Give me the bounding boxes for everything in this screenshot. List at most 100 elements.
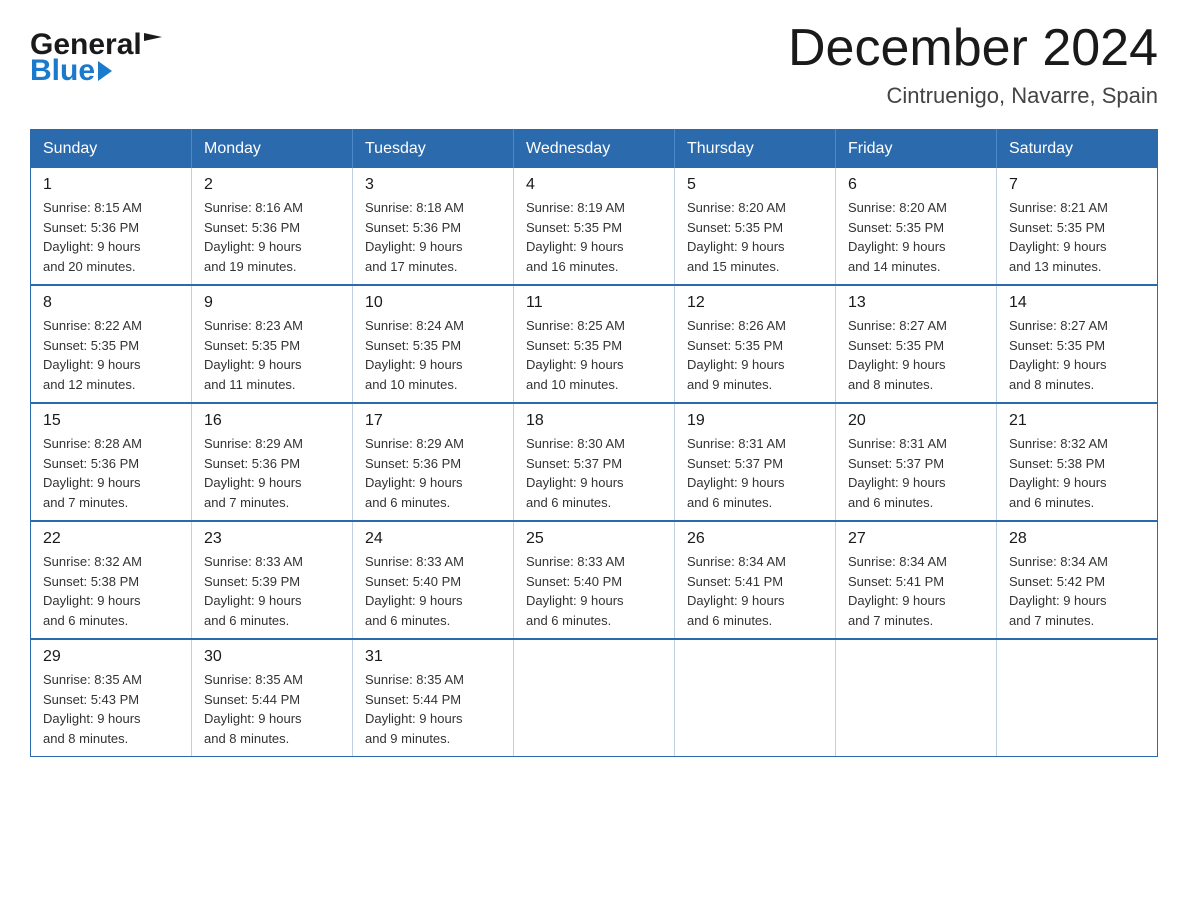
day-number: 31 xyxy=(365,648,501,666)
day-header-tuesday: Tuesday xyxy=(353,130,514,169)
calendar-cell: 31 Sunrise: 8:35 AMSunset: 5:44 PMDayligh… xyxy=(353,639,514,757)
calendar-cell: 22Sunrise: 8:32 AMSunset: 5:38 PMDayligh… xyxy=(31,521,192,639)
calendar-cell: 20Sunrise: 8:31 AMSunset: 5:37 PMDayligh… xyxy=(836,403,997,521)
calendar-week-row: 1 Sunrise: 8:15 AMSunset: 5:36 PMDaylight… xyxy=(31,168,1158,285)
calendar-cell: 1 Sunrise: 8:15 AMSunset: 5:36 PMDaylight… xyxy=(31,168,192,285)
day-info: Sunrise: 8:33 AMSunset: 5:40 PMDaylight:… xyxy=(365,552,501,630)
day-info: Sunrise: 8:34 AMSunset: 5:42 PMDaylight:… xyxy=(1009,552,1145,630)
day-header-monday: Monday xyxy=(192,130,353,169)
day-info: Sunrise: 8:29 AMSunset: 5:36 PMDaylight:… xyxy=(204,434,340,512)
day-number: 15 xyxy=(43,412,179,430)
calendar-cell: 15Sunrise: 8:28 AMSunset: 5:36 PMDayligh… xyxy=(31,403,192,521)
logo-blue-text: Blue xyxy=(30,56,95,86)
calendar-cell xyxy=(514,639,675,757)
logo-flag-icon xyxy=(144,33,162,55)
day-info: Sunrise: 8:24 AMSunset: 5:35 PMDaylight:… xyxy=(365,316,501,394)
day-info: Sunrise: 8:35 AMSunset: 5:44 PMDaylight:… xyxy=(365,670,501,748)
day-number: 19 xyxy=(687,412,823,430)
calendar-cell: 19 Sunrise: 8:31 AMSunset: 5:37 PMDayligh… xyxy=(675,403,836,521)
day-info: Sunrise: 8:31 AMSunset: 5:37 PMDaylight:… xyxy=(687,434,823,512)
calendar-cell: 3 Sunrise: 8:18 AMSunset: 5:36 PMDaylight… xyxy=(353,168,514,285)
calendar-cell: 24Sunrise: 8:33 AMSunset: 5:40 PMDayligh… xyxy=(353,521,514,639)
calendar-cell: 5 Sunrise: 8:20 AMSunset: 5:35 PMDaylight… xyxy=(675,168,836,285)
calendar-cell: 14 Sunrise: 8:27 AMSunset: 5:35 PMDayligh… xyxy=(997,285,1158,403)
day-number: 16 xyxy=(204,412,340,430)
day-number: 18 xyxy=(526,412,662,430)
calendar-cell: 25 Sunrise: 8:33 AMSunset: 5:40 PMDayligh… xyxy=(514,521,675,639)
day-header-thursday: Thursday xyxy=(675,130,836,169)
day-header-friday: Friday xyxy=(836,130,997,169)
calendar-cell: 8Sunrise: 8:22 AMSunset: 5:35 PMDaylight… xyxy=(31,285,192,403)
day-header-saturday: Saturday xyxy=(997,130,1158,169)
day-number: 3 xyxy=(365,176,501,194)
calendar-week-row: 22Sunrise: 8:32 AMSunset: 5:38 PMDayligh… xyxy=(31,521,1158,639)
day-info: Sunrise: 8:15 AMSunset: 5:36 PMDaylight:… xyxy=(43,198,179,276)
day-number: 27 xyxy=(848,530,984,548)
day-info: Sunrise: 8:25 AMSunset: 5:35 PMDaylight:… xyxy=(526,316,662,394)
logo-arrow-icon xyxy=(98,61,112,81)
calendar-cell: 18 Sunrise: 8:30 AMSunset: 5:37 PMDayligh… xyxy=(514,403,675,521)
day-info: Sunrise: 8:34 AMSunset: 5:41 PMDaylight:… xyxy=(687,552,823,630)
calendar-cell: 13 Sunrise: 8:27 AMSunset: 5:35 PMDayligh… xyxy=(836,285,997,403)
day-number: 22 xyxy=(43,530,179,548)
calendar-cell: 28Sunrise: 8:34 AMSunset: 5:42 PMDayligh… xyxy=(997,521,1158,639)
calendar-cell: 29 Sunrise: 8:35 AMSunset: 5:43 PMDayligh… xyxy=(31,639,192,757)
day-info: Sunrise: 8:35 AMSunset: 5:43 PMDaylight:… xyxy=(43,670,179,748)
calendar-header-row: SundayMondayTuesdayWednesdayThursdayFrid… xyxy=(31,130,1158,169)
title-area: December 2024 Cintruenigo, Navarre, Spai… xyxy=(788,20,1158,109)
day-number: 12 xyxy=(687,294,823,312)
day-info: Sunrise: 8:20 AMSunset: 5:35 PMDaylight:… xyxy=(687,198,823,276)
calendar-cell: 7 Sunrise: 8:21 AMSunset: 5:35 PMDaylight… xyxy=(997,168,1158,285)
day-number: 7 xyxy=(1009,176,1145,194)
day-info: Sunrise: 8:34 AMSunset: 5:41 PMDaylight:… xyxy=(848,552,984,630)
calendar-week-row: 29 Sunrise: 8:35 AMSunset: 5:43 PMDayligh… xyxy=(31,639,1158,757)
day-info: Sunrise: 8:31 AMSunset: 5:37 PMDaylight:… xyxy=(848,434,984,512)
calendar-cell: 26 Sunrise: 8:34 AMSunset: 5:41 PMDayligh… xyxy=(675,521,836,639)
calendar-cell: 10 Sunrise: 8:24 AMSunset: 5:35 PMDayligh… xyxy=(353,285,514,403)
day-info: Sunrise: 8:30 AMSunset: 5:37 PMDaylight:… xyxy=(526,434,662,512)
day-number: 30 xyxy=(204,648,340,666)
day-number: 1 xyxy=(43,176,179,194)
day-number: 8 xyxy=(43,294,179,312)
day-number: 29 xyxy=(43,648,179,666)
day-info: Sunrise: 8:26 AMSunset: 5:35 PMDaylight:… xyxy=(687,316,823,394)
day-number: 25 xyxy=(526,530,662,548)
calendar-week-row: 15Sunrise: 8:28 AMSunset: 5:36 PMDayligh… xyxy=(31,403,1158,521)
day-number: 23 xyxy=(204,530,340,548)
day-number: 4 xyxy=(526,176,662,194)
day-number: 21 xyxy=(1009,412,1145,430)
logo: General Blue xyxy=(30,20,162,86)
calendar-cell xyxy=(675,639,836,757)
day-number: 5 xyxy=(687,176,823,194)
day-number: 26 xyxy=(687,530,823,548)
day-info: Sunrise: 8:18 AMSunset: 5:36 PMDaylight:… xyxy=(365,198,501,276)
location-title: Cintruenigo, Navarre, Spain xyxy=(788,83,1158,109)
day-info: Sunrise: 8:32 AMSunset: 5:38 PMDaylight:… xyxy=(1009,434,1145,512)
month-title: December 2024 xyxy=(788,20,1158,77)
day-info: Sunrise: 8:23 AMSunset: 5:35 PMDaylight:… xyxy=(204,316,340,394)
day-number: 14 xyxy=(1009,294,1145,312)
day-info: Sunrise: 8:33 AMSunset: 5:40 PMDaylight:… xyxy=(526,552,662,630)
calendar-cell xyxy=(836,639,997,757)
day-number: 2 xyxy=(204,176,340,194)
day-info: Sunrise: 8:21 AMSunset: 5:35 PMDaylight:… xyxy=(1009,198,1145,276)
calendar-cell: 6Sunrise: 8:20 AMSunset: 5:35 PMDaylight… xyxy=(836,168,997,285)
day-info: Sunrise: 8:20 AMSunset: 5:35 PMDaylight:… xyxy=(848,198,984,276)
day-number: 11 xyxy=(526,294,662,312)
day-info: Sunrise: 8:29 AMSunset: 5:36 PMDaylight:… xyxy=(365,434,501,512)
calendar-cell: 12 Sunrise: 8:26 AMSunset: 5:35 PMDayligh… xyxy=(675,285,836,403)
calendar-cell: 2 Sunrise: 8:16 AMSunset: 5:36 PMDaylight… xyxy=(192,168,353,285)
day-header-wednesday: Wednesday xyxy=(514,130,675,169)
day-number: 13 xyxy=(848,294,984,312)
day-info: Sunrise: 8:35 AMSunset: 5:44 PMDaylight:… xyxy=(204,670,340,748)
calendar-cell: 27 Sunrise: 8:34 AMSunset: 5:41 PMDayligh… xyxy=(836,521,997,639)
day-info: Sunrise: 8:16 AMSunset: 5:36 PMDaylight:… xyxy=(204,198,340,276)
day-info: Sunrise: 8:33 AMSunset: 5:39 PMDaylight:… xyxy=(204,552,340,630)
page-header: General Blue December 2024 Cintruenigo, … xyxy=(30,20,1158,109)
calendar-cell: 9Sunrise: 8:23 AMSunset: 5:35 PMDaylight… xyxy=(192,285,353,403)
day-info: Sunrise: 8:27 AMSunset: 5:35 PMDaylight:… xyxy=(848,316,984,394)
day-info: Sunrise: 8:27 AMSunset: 5:35 PMDaylight:… xyxy=(1009,316,1145,394)
day-number: 10 xyxy=(365,294,501,312)
calendar-cell xyxy=(997,639,1158,757)
calendar-table: SundayMondayTuesdayWednesdayThursdayFrid… xyxy=(30,129,1158,757)
